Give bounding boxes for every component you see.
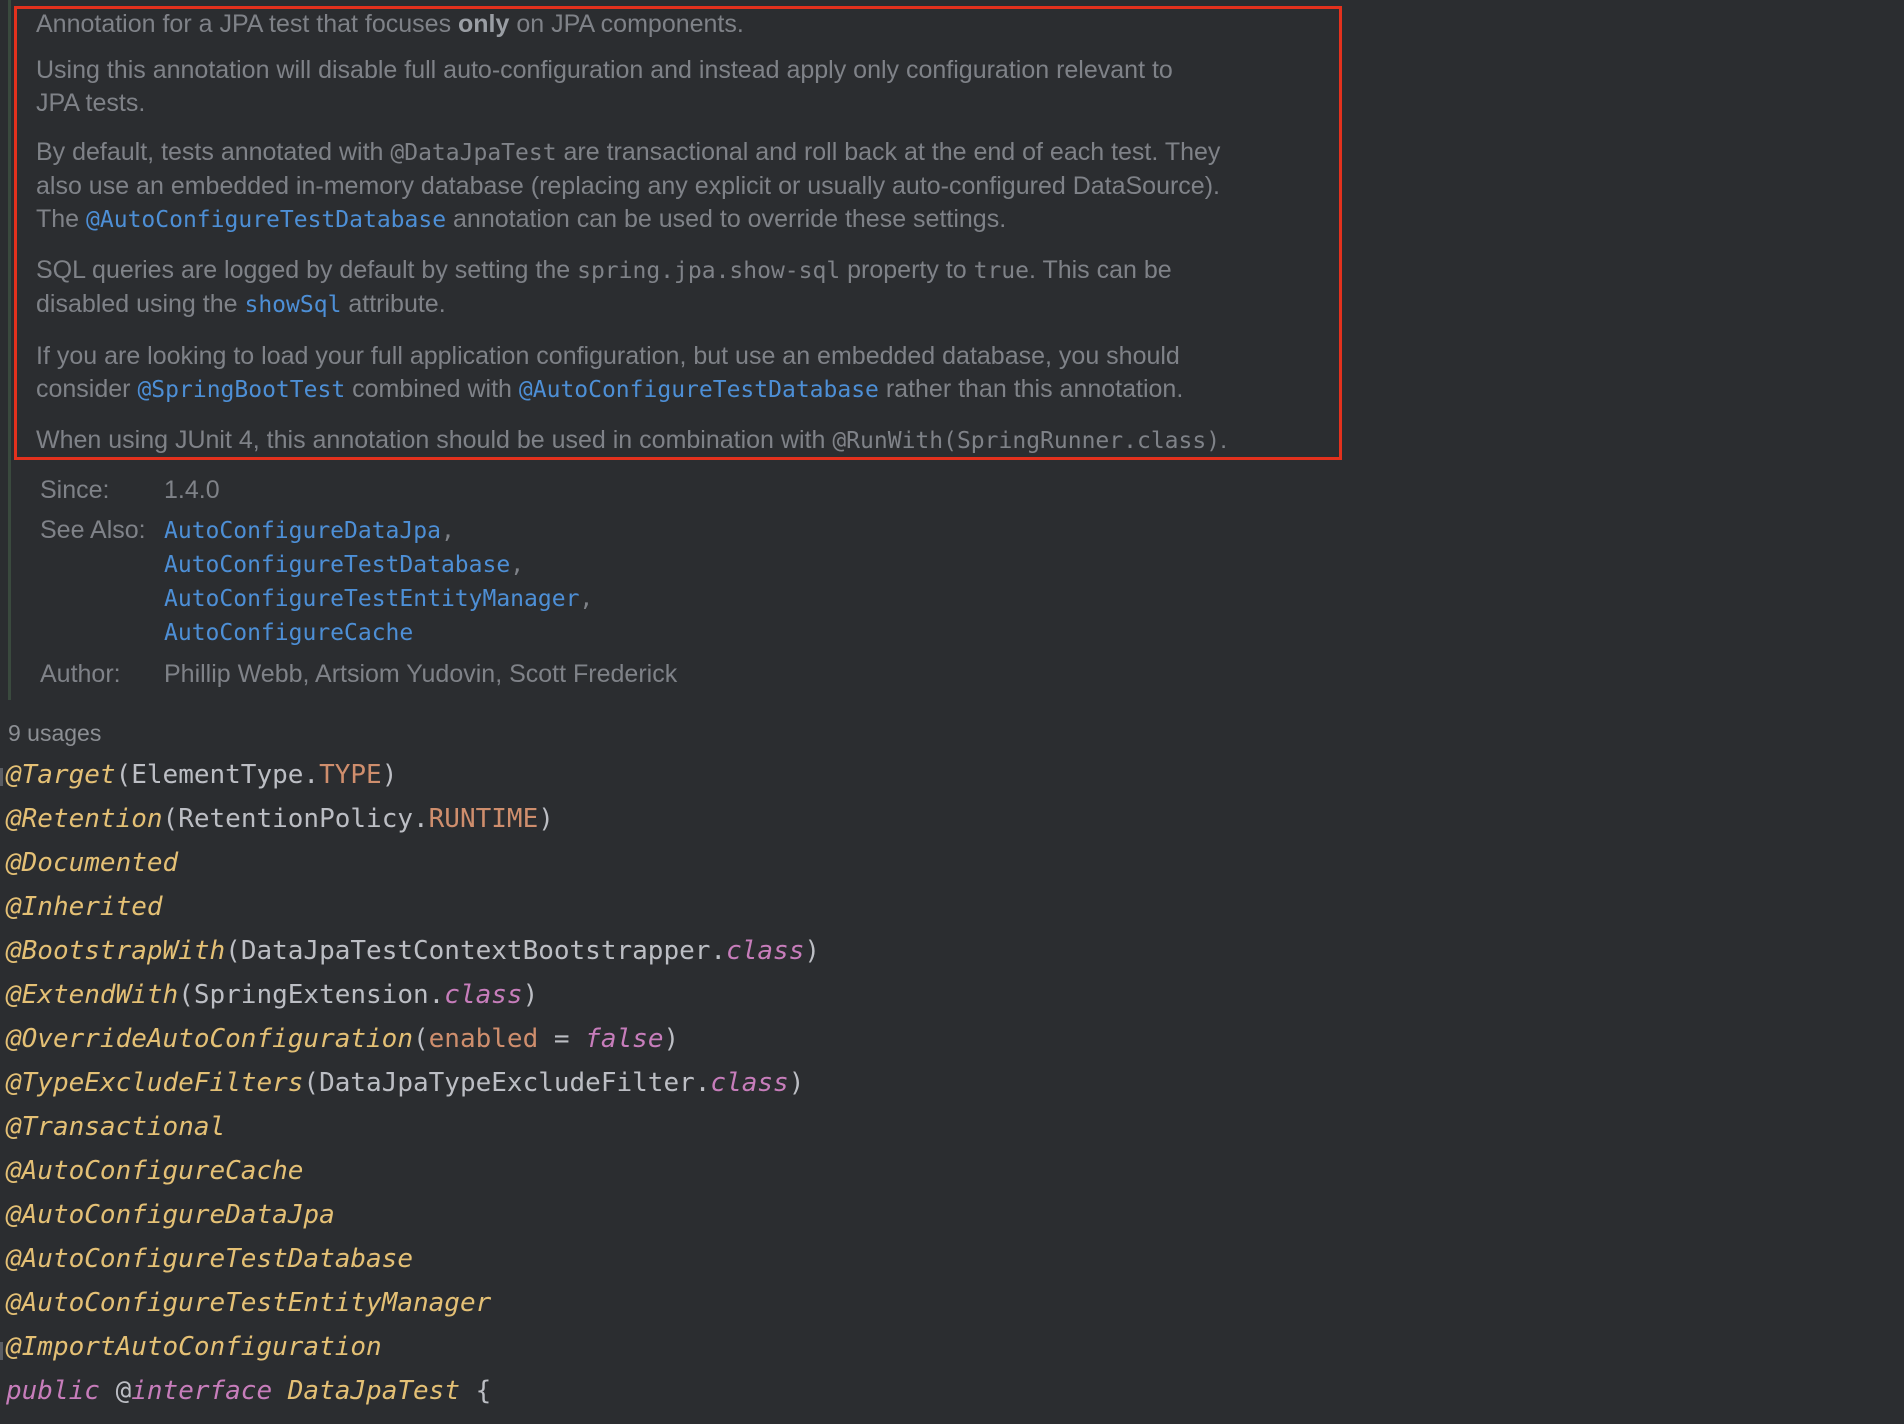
code-line-declaration: public @interface DataJpaTest { — [6, 1376, 492, 1406]
annotation-inherited[interactable]: @Inherited — [6, 892, 163, 922]
doc-text: SQL queries are logged by default by set… — [36, 256, 578, 284]
doc-paragraph-autoconfig: Using this annotation will disable full … — [36, 54, 1346, 120]
doc-text: attribute. — [341, 290, 446, 318]
code-line-bootstrapwith: @BootstrapWith(DataJpaTestContextBootstr… — [6, 936, 821, 966]
usages-link[interactable]: 9 usages — [8, 720, 101, 747]
annotation-importautoconfiguration[interactable]: @ImportAutoConfiguration — [6, 1332, 382, 1362]
code-line-typeexcludefilters: @TypeExcludeFilters(DataJpaTypeExcludeFi… — [6, 1068, 805, 1098]
doc-code: spring.jpa.show-sql — [577, 258, 841, 284]
keyword-interface: interface — [131, 1376, 273, 1406]
annotation-autoconfiguretestdatabase[interactable]: @AutoConfigureTestDatabase — [6, 1244, 413, 1274]
code-line-extendwith: @ExtendWith(SpringExtension.class) — [6, 980, 539, 1010]
doc-paragraph-sql: SQL queries are logged by default by set… — [36, 254, 1346, 322]
author-label: Author: — [40, 660, 121, 688]
link-showsql[interactable]: showSql — [244, 292, 341, 318]
doc-text: are transactional and roll back at the e… — [556, 138, 1221, 166]
type-name[interactable]: DataJpaTest — [288, 1376, 460, 1406]
annotation-autoconfiguredatajpa[interactable]: @AutoConfigureDataJpa — [6, 1200, 335, 1230]
see-also-link-autoconfiguredatajpa[interactable]: AutoConfigureDataJpa, — [164, 518, 455, 544]
code-line-importautoconfiguration: @ImportAutoConfiguration — [6, 1332, 382, 1362]
doc-text: combined with — [345, 375, 519, 403]
see-also-link-autoconfiguretestdatabase[interactable]: AutoConfigureTestDatabase, — [164, 552, 524, 578]
code-line-autoconfigurecache: @AutoConfigureCache — [6, 1156, 303, 1186]
annotation-typeexcludefilters[interactable]: @TypeExcludeFilters — [6, 1068, 303, 1098]
annotation-autoconfigurecache[interactable]: @AutoConfigureCache — [6, 1156, 303, 1186]
see-also-link-autoconfigurecache[interactable]: AutoConfigureCache — [164, 620, 413, 646]
annotation-documented[interactable]: @Documented — [6, 848, 178, 878]
doc-text: Using this annotation will disable full … — [36, 56, 1173, 84]
code-line-overrideautoconfiguration: @OverrideAutoConfiguration(enabled = fal… — [6, 1024, 680, 1054]
doc-text: consider — [36, 375, 138, 403]
code-line-retention: @Retention(RetentionPolicy.RUNTIME) — [6, 804, 554, 834]
gutter-fold-marker[interactable] — [0, 1342, 3, 1360]
annotation-extendwith[interactable]: @ExtendWith — [6, 980, 178, 1010]
doc-code: @RunWith(SpringRunner.class) — [832, 428, 1221, 454]
annotation-retention[interactable]: @Retention — [6, 804, 163, 834]
doc-text: By default, tests annotated with — [36, 138, 391, 166]
code-line-autoconfiguretestdatabase: @AutoConfigureTestDatabase — [6, 1244, 413, 1274]
annotation-overrideautoconfiguration[interactable]: @OverrideAutoConfiguration — [6, 1024, 413, 1054]
doc-text: When using JUnit 4, this annotation shou… — [36, 426, 833, 454]
since-label: Since: — [40, 476, 110, 504]
doc-text: JPA tests. — [36, 89, 146, 117]
doc-text: annotation can be used to override these… — [446, 205, 1007, 233]
doc-text: rather than this annotation. — [878, 375, 1184, 403]
code-line-inherited: @Inherited — [6, 892, 163, 922]
annotation-transactional[interactable]: @Transactional — [6, 1112, 225, 1142]
doc-text: . This can be — [1029, 256, 1172, 284]
code-line-autoconfiguretestentitymanager: @AutoConfigureTestEntityManager — [6, 1288, 491, 1318]
doc-text: . — [1220, 426, 1228, 454]
doc-paragraph-junit4: When using JUnit 4, this annotation shou… — [36, 424, 1346, 458]
since-value: 1.4.0 — [164, 476, 220, 504]
doc-bold-text: only — [458, 10, 510, 38]
doc-text: If you are looking to load your full app… — [36, 342, 1180, 370]
doc-text: property to — [840, 256, 974, 284]
keyword-public: public — [6, 1376, 100, 1406]
doc-paragraph-transactional: By default, tests annotated with @DataJp… — [36, 136, 1346, 237]
author-value: Phillip Webb, Artsiom Yudovin, Scott Fre… — [164, 660, 678, 688]
code-line-transactional: @Transactional — [6, 1112, 225, 1142]
doc-code: true — [973, 258, 1029, 284]
link-autoconfigure-test-database[interactable]: @AutoConfigureTestDatabase — [519, 377, 879, 403]
doc-text: Annotation for a JPA test that focuses — [36, 10, 459, 38]
annotation-bootstrapwith[interactable]: @BootstrapWith — [6, 936, 225, 966]
doc-text: disabled using the — [36, 290, 245, 318]
see-also-label: See Also: — [40, 516, 146, 544]
code-line-autoconfiguredatajpa: @AutoConfigureDataJpa — [6, 1200, 335, 1230]
doc-text: also use an embedded in-memory database … — [36, 172, 1220, 200]
doc-text: on JPA components. — [509, 10, 744, 38]
annotation-autoconfiguretestentitymanager[interactable]: @AutoConfigureTestEntityManager — [6, 1288, 491, 1318]
link-autoconfigure-test-database[interactable]: @AutoConfigureTestDatabase — [86, 207, 446, 233]
doc-code: @DataJpaTest — [390, 140, 557, 166]
doc-paragraph-summary: Annotation for a JPA test that focuses o… — [36, 8, 1346, 41]
code-line-documented: @Documented — [6, 848, 178, 878]
annotation-target[interactable]: @Target — [6, 760, 116, 790]
doc-text: The — [36, 205, 87, 233]
code-line-target: @Target(ElementType.TYPE) — [6, 760, 398, 790]
gutter-fold-marker[interactable] — [0, 768, 3, 786]
doc-paragraph-springboottest: If you are looking to load your full app… — [36, 340, 1346, 407]
link-springboottest[interactable]: @SpringBootTest — [137, 377, 345, 403]
see-also-link-autoconfiguretestentitymanager[interactable]: AutoConfigureTestEntityManager, — [164, 586, 593, 612]
